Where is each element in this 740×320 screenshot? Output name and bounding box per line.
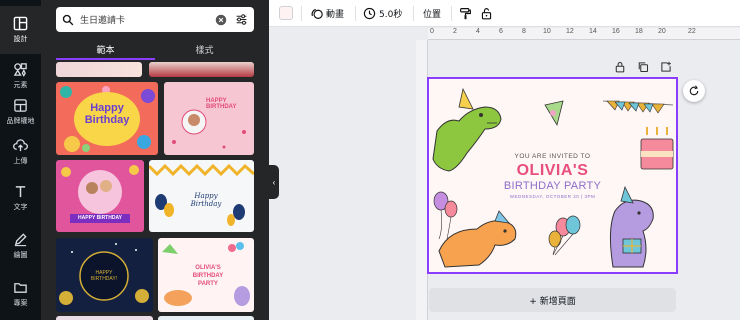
template-title: HAPPY BIRTHDAY [70, 214, 130, 223]
clock-icon [363, 7, 376, 20]
rail-label: 專案 [13, 299, 28, 307]
animate-button[interactable]: 動畫 [310, 0, 344, 27]
chevron-left-icon: ‹ [272, 177, 276, 187]
animate-icon [311, 8, 323, 19]
position-label: 位置 [423, 10, 442, 20]
divider [451, 6, 452, 21]
ruler-label: 10 [543, 28, 551, 35]
duration-button[interactable]: 5.0秒 [363, 0, 402, 27]
template-thumbnail[interactable] [56, 316, 153, 320]
collapse-panel-button[interactable]: ‹ [269, 165, 279, 199]
divider [355, 6, 356, 21]
lock-button[interactable] [480, 0, 496, 27]
search-icon [62, 14, 74, 25]
ruler-label: 16 [612, 28, 620, 35]
horizontal-ruler: 0 2 4 6 8 10 12 14 16 18 20 22 [428, 28, 740, 40]
upload-icon [13, 139, 28, 152]
unlock-icon [481, 8, 492, 20]
panel-tabs: 範本 樣式 [56, 38, 254, 60]
toolbar: 動畫 5.0秒 位置 [269, 0, 740, 27]
rail-label: 設計 [13, 35, 28, 43]
ruler-label: 6 [499, 28, 503, 35]
folder-icon [14, 283, 27, 293]
ruler-label: 4 [476, 28, 480, 35]
rail-label: 文字 [13, 203, 28, 211]
clear-search-icon[interactable] [215, 14, 227, 26]
rail-item-design[interactable]: 設計 [0, 6, 41, 54]
layout-icon [13, 16, 28, 31]
text-icon [15, 186, 26, 198]
template-thumbnail[interactable]: HAPPY BIRTHDAY [164, 82, 254, 155]
template-thumbnail[interactable] [149, 62, 254, 77]
paint-roller-icon [460, 8, 471, 20]
regenerate-button[interactable] [683, 80, 705, 102]
tab-templates[interactable]: 範本 [56, 38, 155, 60]
rail-label: 繪圖 [13, 251, 28, 259]
invite-party-text[interactable]: BIRTHDAY PARTY [429, 180, 676, 192]
ruler-label: 14 [589, 28, 597, 35]
left-rail: 設計 元素 品牌權地 上傳 文字 繪圖 專案 [0, 0, 41, 320]
rail-item-draw[interactable]: 繪圖 [0, 222, 41, 270]
template-thumbnail[interactable]: HAPPY BIRTHDAY! [56, 238, 153, 312]
rail-label: 品牌權地 [6, 117, 35, 125]
brand-icon [14, 99, 27, 112]
ruler-label: 2 [453, 28, 457, 35]
elements-icon [13, 63, 27, 77]
divider [301, 6, 302, 21]
format-painter-button[interactable] [459, 0, 475, 27]
ruler-label: 12 [566, 28, 574, 35]
template-title: Happy Birthday [190, 192, 222, 208]
draw-icon [14, 233, 27, 247]
template-thumbnail[interactable] [56, 62, 142, 77]
add-page-icon[interactable] [660, 61, 672, 73]
template-thumbnail[interactable]: OLIVIA'S BIRTHDAY PARTY [158, 238, 254, 312]
templates-panel: 生日邀請卡 範本 樣式 Happy Birthday HAPPY BIRTHDA… [41, 0, 269, 320]
rail-label: 上傳 [13, 157, 28, 165]
template-thumbnail[interactable]: Happy Birthday [149, 160, 254, 232]
search-box[interactable]: 生日邀請卡 [56, 7, 254, 32]
background-color-swatch[interactable] [279, 6, 293, 20]
ruler-label: 20 [658, 28, 666, 35]
divider [413, 6, 414, 21]
invite-date-text[interactable]: WEDNESDAY, OCTOBER 20 | 3PM [429, 194, 676, 199]
search-input[interactable]: 生日邀請卡 [80, 13, 215, 26]
rail-item-upload[interactable]: 上傳 [0, 128, 41, 176]
filter-icon[interactable] [235, 13, 248, 26]
template-title: HAPPY BIRTHDAY [206, 98, 237, 110]
template-title: Happy Birthday [84, 102, 130, 126]
lock-page-icon[interactable] [614, 61, 626, 73]
animate-label: 動畫 [326, 10, 345, 20]
duration-label: 5.0秒 [379, 10, 403, 20]
rail-item-projects[interactable]: 專案 [0, 270, 41, 318]
position-button[interactable]: 位置 [423, 0, 441, 27]
ruler-label: 22 [688, 28, 696, 35]
ruler-label: 18 [635, 28, 643, 35]
invite-name-text[interactable]: OLIVIA'S [429, 162, 676, 180]
refresh-icon [689, 85, 699, 96]
template-thumbnail[interactable]: Happy Birthday [56, 82, 158, 155]
invite-intro-text[interactable]: YOU ARE INVITED TO [429, 153, 676, 160]
template-title: HAPPY BIRTHDAY! [90, 270, 118, 282]
tab-styles[interactable]: 樣式 [155, 38, 254, 60]
template-thumbnail[interactable] [158, 316, 254, 320]
design-page[interactable]: YOU ARE INVITED TO OLIVIA'S BIRTHDAY PAR… [427, 77, 678, 274]
ruler-label: 8 [522, 28, 526, 35]
duplicate-page-icon[interactable] [637, 61, 649, 73]
template-title: OLIVIA'S BIRTHDAY PARTY [192, 265, 224, 287]
template-thumbnail[interactable]: HAPPY BIRTHDAY [56, 160, 144, 232]
rail-item-text[interactable]: 文字 [0, 174, 41, 222]
ruler-label: 0 [430, 28, 434, 35]
add-page-button[interactable]: + 新增頁面 [429, 288, 676, 312]
